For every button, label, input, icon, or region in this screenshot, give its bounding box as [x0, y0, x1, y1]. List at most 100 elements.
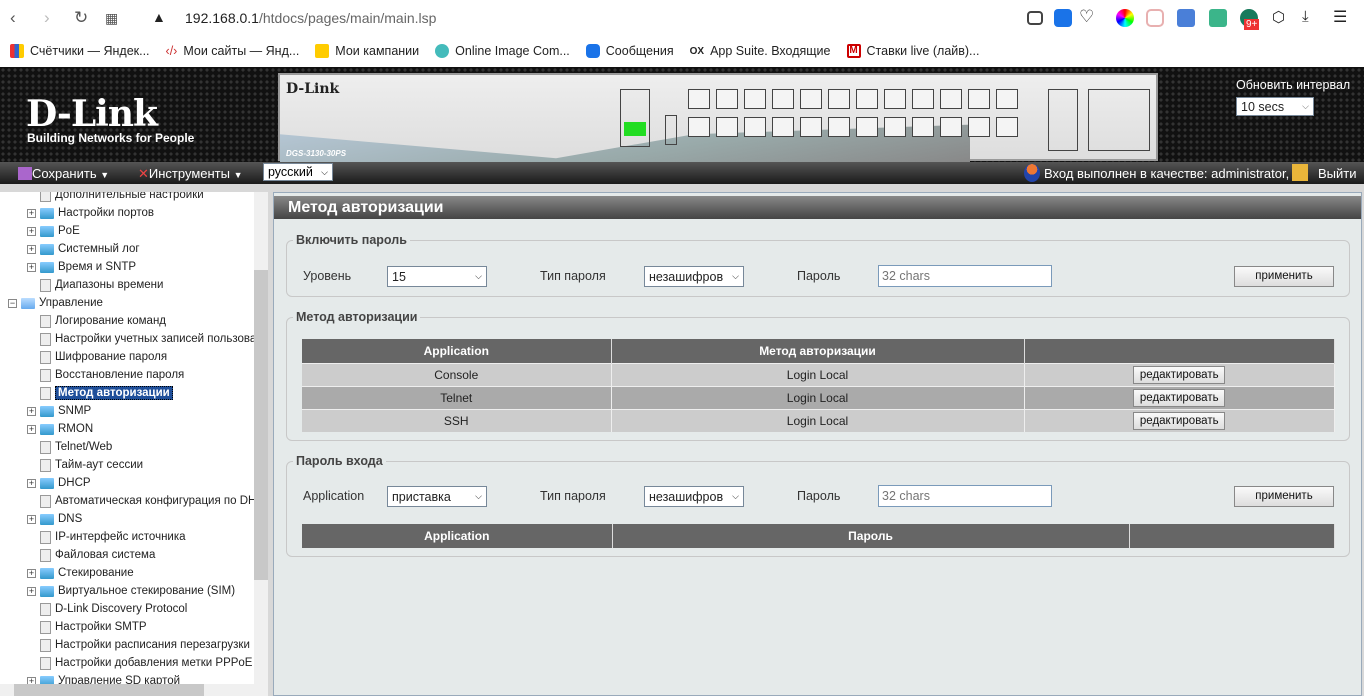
expand-icon[interactable]: +: [27, 514, 36, 524]
expand-icon[interactable]: +: [27, 424, 36, 434]
play-shield-icon[interactable]: [1146, 9, 1164, 27]
settings-sliders-icon[interactable]: ☰: [1333, 7, 1347, 27]
tree-item[interactable]: D-Link Discovery Protocol: [27, 600, 187, 618]
shield-check-icon[interactable]: [1054, 9, 1072, 27]
tree-item[interactable]: Метод авторизации: [27, 384, 173, 402]
tree-item[interactable]: Настройки учетных записей пользоват: [27, 330, 254, 348]
tree-item[interactable]: + Стекирование: [27, 564, 134, 582]
port[interactable]: [744, 117, 766, 137]
apply-enable-password-button[interactable]: применить: [1234, 266, 1334, 287]
tree-item[interactable]: + Системный лог: [27, 240, 140, 258]
collapse-icon[interactable]: −: [8, 298, 17, 308]
tree-item[interactable]: + Время и SNTP: [27, 258, 136, 276]
port[interactable]: [716, 89, 738, 109]
port[interactable]: [996, 117, 1018, 137]
tree-item[interactable]: Тайм-аут сессии: [27, 456, 143, 474]
language-select[interactable]: русский ⌵: [263, 163, 333, 181]
color-picker-icon[interactable]: [1116, 9, 1134, 27]
port[interactable]: [828, 89, 850, 109]
tree-item[interactable]: Настройки расписания перезагрузки: [27, 636, 250, 654]
tree-item[interactable]: Восстановление пароля: [27, 366, 184, 384]
heart-icon[interactable]: ♡: [1079, 7, 1094, 27]
tree-item[interactable]: + Виртуальное стекирование (SIM): [27, 582, 235, 600]
tree-item[interactable]: Настройки добавления метки PPPoE C: [27, 654, 254, 672]
edit-button[interactable]: редактировать: [1133, 388, 1226, 407]
translate-icon[interactable]: [1177, 9, 1195, 27]
port[interactable]: [996, 89, 1018, 109]
tree-item[interactable]: + SNMP: [27, 402, 91, 420]
tree-item[interactable]: + DHCP: [27, 474, 91, 492]
expand-icon[interactable]: +: [27, 244, 36, 254]
port[interactable]: [772, 117, 794, 137]
tree-item[interactable]: Telnet/Web: [27, 438, 112, 456]
sfp-ports[interactable]: [1088, 89, 1150, 151]
port[interactable]: [912, 89, 934, 109]
tree-item[interactable]: Автоматическая конфигурация по DHC: [27, 492, 254, 510]
combo-ports[interactable]: [1048, 89, 1078, 151]
password-input[interactable]: [878, 265, 1052, 287]
scroll-thumb[interactable]: [14, 684, 204, 696]
expand-icon[interactable]: +: [27, 568, 36, 578]
login-password-input[interactable]: [878, 485, 1052, 507]
bookmark-live-bets[interactable]: M Ставки live (лайв)...: [846, 44, 979, 58]
refresh-interval-select[interactable]: 10 secs ⌵: [1236, 97, 1314, 116]
port[interactable]: [828, 117, 850, 137]
switch-front-panel[interactable]: D-Link DGS-3130-30PS: [278, 73, 1158, 163]
tree-item[interactable]: + DNS: [27, 510, 82, 528]
bookmark-image-compressor[interactable]: Online Image Com...: [435, 44, 570, 58]
login-password-type-select[interactable]: незашифров ⌵: [644, 486, 744, 507]
edit-button[interactable]: редактировать: [1133, 365, 1226, 384]
expand-icon[interactable]: +: [27, 586, 36, 596]
scroll-thumb[interactable]: [254, 270, 268, 580]
port[interactable]: [800, 117, 822, 137]
port[interactable]: [772, 89, 794, 109]
address-bar[interactable]: 192.168.0.1/htdocs/pages/main/main.lsp: [185, 10, 436, 26]
tree-item[interactable]: IP-интерфейс источника: [27, 528, 186, 546]
tree-item[interactable]: Диапазоны времени: [27, 276, 163, 294]
expand-icon[interactable]: +: [27, 226, 36, 236]
port[interactable]: [912, 117, 934, 137]
port[interactable]: [688, 89, 710, 109]
tree-item[interactable]: + Управление SD картой: [27, 672, 180, 684]
tree-horizontal-scrollbar[interactable]: [0, 684, 268, 696]
tools-menu[interactable]: ✕Инструменты ▼: [138, 166, 243, 182]
port[interactable]: [688, 117, 710, 137]
password-type-select[interactable]: незашифров ⌵: [644, 266, 744, 287]
tree-item[interactable]: Файловая система: [27, 546, 155, 564]
application-select[interactable]: приставка ⌵: [387, 486, 487, 507]
bookmark-app-suite[interactable]: OX App Suite. Входящие: [690, 44, 831, 58]
bookmark-campaigns[interactable]: Мои кампании: [315, 44, 419, 58]
port[interactable]: [856, 117, 878, 137]
camera-icon[interactable]: [1027, 11, 1043, 25]
tree-item[interactable]: Логирование команд: [27, 312, 166, 330]
tree-item[interactable]: Шифрование пароля: [27, 348, 167, 366]
port[interactable]: [716, 117, 738, 137]
expand-icon[interactable]: +: [27, 262, 36, 272]
tree-item[interactable]: Настройки SMTP: [27, 618, 147, 636]
back-icon[interactable]: ‹: [10, 8, 16, 28]
bookmark-my-sites[interactable]: ‹/› Мои сайты — Янд...: [166, 44, 300, 58]
port[interactable]: [968, 89, 990, 109]
tree-item[interactable]: + PoE: [27, 222, 80, 240]
bookmark-metrika[interactable]: Счётчики — Яндек...: [10, 44, 150, 58]
port[interactable]: [968, 117, 990, 137]
bookmark-messages[interactable]: Сообщения: [585, 44, 674, 58]
cube-icon[interactable]: ⬡: [1272, 8, 1285, 26]
expand-icon[interactable]: +: [27, 676, 36, 684]
port[interactable]: [940, 89, 962, 109]
edit-button[interactable]: редактировать: [1133, 411, 1226, 430]
expand-icon[interactable]: +: [27, 478, 36, 488]
port[interactable]: [744, 89, 766, 109]
port[interactable]: [940, 117, 962, 137]
forward-icon[interactable]: ›: [44, 8, 50, 28]
tree-item[interactable]: + Настройки портов: [27, 204, 154, 222]
logout-link[interactable]: Выйти: [1318, 166, 1357, 181]
tree-vertical-scrollbar[interactable]: [254, 192, 268, 684]
warning-icon[interactable]: ▲: [152, 9, 166, 25]
port[interactable]: [884, 117, 906, 137]
save-menu[interactable]: Сохранить ▼: [18, 166, 109, 181]
level-select[interactable]: 15 ⌵: [387, 266, 487, 287]
expand-icon[interactable]: +: [27, 208, 36, 218]
port[interactable]: [884, 89, 906, 109]
tree-item[interactable]: + RMON: [27, 420, 93, 438]
